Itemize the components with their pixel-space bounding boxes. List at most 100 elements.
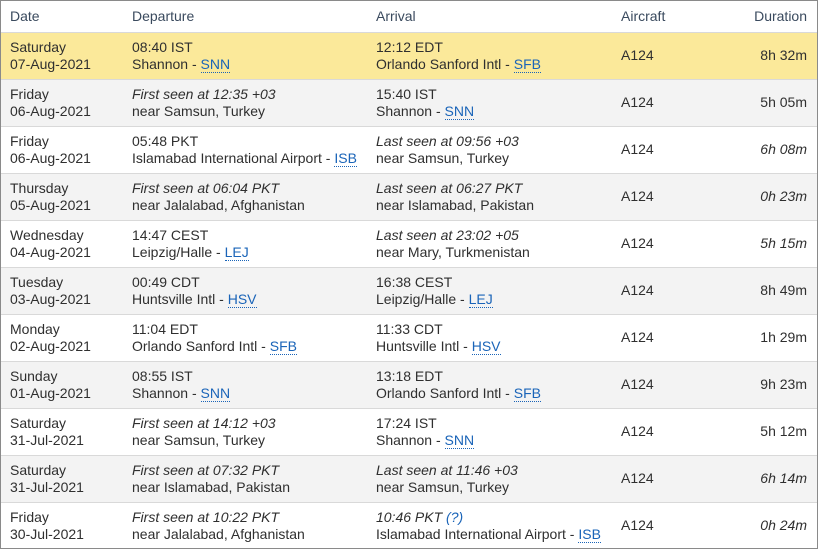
- column-header-departure[interactable]: Departure: [132, 8, 194, 24]
- arrival-time: 11:33 CDT: [376, 321, 443, 337]
- day-of-week: Thursday: [10, 180, 69, 196]
- departure-location: Orlando Sanford Intl - SFB: [132, 338, 297, 355]
- flight-history-table: Date Departure Arrival Aircraft Duration…: [0, 0, 818, 549]
- departure-time: 08:40 IST: [132, 39, 193, 55]
- arrival-airport-code-link[interactable]: SFB: [513, 385, 541, 402]
- departure-airport-code-link[interactable]: HSV: [227, 291, 257, 308]
- date-cell: Friday 06-Aug-2021: [10, 86, 91, 120]
- arrival-time-line: 13:18 EDT: [376, 368, 541, 385]
- day-of-week: Tuesday: [10, 274, 64, 290]
- arrival-time: Last seen at 23:02 +05: [376, 227, 519, 243]
- departure-place: Leipzig/Halle -: [132, 244, 225, 260]
- arrival-airport-code-link[interactable]: SFB: [513, 56, 541, 73]
- flight-date: 30-Jul-2021: [10, 526, 84, 542]
- departure-place: near Samsun, Turkey: [132, 432, 266, 448]
- flight-duration: 8h 49m: [760, 282, 807, 298]
- departure-location: near Jalalabad, Afghanistan: [132, 197, 305, 214]
- arrival-place: near Mary, Turkmenistan: [376, 244, 530, 260]
- departure-airport-code-link[interactable]: SNN: [200, 56, 231, 73]
- departure-airport-code-link[interactable]: ISB: [334, 150, 357, 167]
- aircraft-type: A124: [621, 423, 654, 439]
- departure-cell: 00:49 CDT Huntsville Intl - HSV: [132, 274, 257, 308]
- day-of-week: Monday: [10, 321, 60, 337]
- table-row[interactable]: Friday 30-Jul-2021 First seen at 10:22 PKT…: [1, 502, 817, 548]
- arrival-airport-code-link[interactable]: LEJ: [468, 291, 493, 308]
- flight-duration: 6h 14m: [760, 470, 807, 486]
- arrival-location: Shannon - SNN: [376, 103, 475, 120]
- arrival-cell: Last seen at 06:27 PKT near Islamabad, Pa…: [376, 180, 534, 214]
- table-row[interactable]: Wednesday 04-Aug-2021 14:47 CEST Leipzig/Ha…: [1, 220, 817, 267]
- arrival-airport-code-link[interactable]: HSV: [471, 338, 501, 355]
- table-row[interactable]: Friday 06-Aug-2021 05:48 PKT Islamabad Inte…: [1, 126, 817, 173]
- aircraft-type: A124: [621, 188, 654, 204]
- departure-location: Leipzig/Halle - LEJ: [132, 244, 249, 261]
- departure-location: near Samsun, Turkey: [132, 103, 276, 120]
- departure-cell: 08:40 IST Shannon - SNN: [132, 39, 231, 73]
- arrival-time-line: 12:12 EDT: [376, 39, 541, 56]
- aircraft-type: A124: [621, 376, 654, 392]
- table-row[interactable]: Friday 06-Aug-2021 First seen at 12:35 +03…: [1, 79, 817, 126]
- departure-place: Huntsville Intl -: [132, 291, 228, 307]
- column-header-aircraft[interactable]: Aircraft: [621, 8, 665, 24]
- aircraft-type: A124: [621, 329, 654, 345]
- aircraft-type: A124: [621, 235, 654, 251]
- arrival-airport-code-link[interactable]: SNN: [444, 432, 475, 449]
- table-row[interactable]: Monday 02-Aug-2021 11:04 EDT Orlando Sanfor…: [1, 314, 817, 361]
- departure-place: near Jalalabad, Afghanistan: [132, 526, 305, 542]
- departure-airport-code-link[interactable]: LEJ: [224, 244, 249, 261]
- departure-location: Huntsville Intl - HSV: [132, 291, 257, 308]
- date-cell: Wednesday 04-Aug-2021: [10, 227, 91, 261]
- table-row[interactable]: Saturday 07-Aug-2021 08:40 IST Shannon - SN…: [1, 32, 817, 79]
- date-cell: Sunday 01-Aug-2021: [10, 368, 91, 402]
- arrival-time: 16:38 CEST: [376, 274, 453, 290]
- arrival-place: Huntsville Intl -: [376, 338, 472, 354]
- arrival-cell: 11:33 CDT Huntsville Intl - HSV: [376, 321, 501, 355]
- table-row[interactable]: Sunday 01-Aug-2021 08:55 IST Shannon - SNN 1…: [1, 361, 817, 408]
- arrival-place: Orlando Sanford Intl -: [376, 56, 514, 72]
- flight-date: 06-Aug-2021: [10, 150, 91, 166]
- departure-time: First seen at 06:04 PKT: [132, 180, 280, 196]
- arrival-cell: 12:12 EDT Orlando Sanford Intl - SFB: [376, 39, 541, 73]
- arrival-location: Islamabad International Airport - ISB: [376, 526, 601, 543]
- arrival-time: Last seen at 09:56 +03: [376, 133, 519, 149]
- departure-place: Orlando Sanford Intl -: [132, 338, 270, 354]
- arrival-airport-code-link[interactable]: ISB: [578, 526, 601, 543]
- arrival-time: 15:40 IST: [376, 86, 437, 102]
- departure-cell: First seen at 12:35 +03 near Samsun, Turk…: [132, 86, 276, 120]
- departure-place: Islamabad International Airport -: [132, 150, 335, 166]
- table-row[interactable]: Thursday 05-Aug-2021 First seen at 06:04 P…: [1, 173, 817, 220]
- aircraft-type: A124: [621, 47, 654, 63]
- arrival-location: Leipzig/Halle - LEJ: [376, 291, 493, 308]
- flight-duration: 5h 15m: [760, 235, 807, 251]
- departure-time: First seen at 14:12 +03: [132, 415, 276, 431]
- arrival-time-line: 10:46 PKT (?): [376, 509, 601, 526]
- flight-date: 06-Aug-2021: [10, 103, 91, 119]
- flight-duration: 9h 23m: [760, 376, 807, 392]
- arrival-cell: Last seen at 23:02 +05 near Mary, Turkmen…: [376, 227, 530, 261]
- flight-date: 02-Aug-2021: [10, 338, 91, 354]
- departure-location: Shannon - SNN: [132, 385, 231, 402]
- table-row[interactable]: Saturday 31-Jul-2021 First seen at 14:12 +…: [1, 408, 817, 455]
- departure-place: Shannon -: [132, 56, 201, 72]
- arrival-cell: 13:18 EDT Orlando Sanford Intl - SFB: [376, 368, 541, 402]
- arrival-time-line: 17:24 IST: [376, 415, 474, 432]
- departure-cell: 14:47 CEST Leipzig/Halle - LEJ: [132, 227, 249, 261]
- column-header-arrival[interactable]: Arrival: [376, 8, 416, 24]
- table-row[interactable]: Saturday 31-Jul-2021 First seen at 07:32 P…: [1, 455, 817, 502]
- table-row[interactable]: Tuesday 03-Aug-2021 00:49 CDT Huntsville In…: [1, 267, 817, 314]
- date-cell: Tuesday 03-Aug-2021: [10, 274, 91, 308]
- departure-airport-code-link[interactable]: SFB: [269, 338, 297, 355]
- arrival-airport-code-link[interactable]: SNN: [444, 103, 475, 120]
- date-cell: Thursday 05-Aug-2021: [10, 180, 91, 214]
- departure-location: near Islamabad, Pakistan: [132, 479, 290, 496]
- arrival-location: Orlando Sanford Intl - SFB: [376, 56, 541, 73]
- departure-airport-code-link[interactable]: SNN: [200, 385, 231, 402]
- estimated-time-help-link[interactable]: (?): [446, 509, 463, 525]
- column-header-duration[interactable]: Duration: [754, 8, 807, 24]
- departure-time: 08:55 IST: [132, 368, 193, 384]
- column-header-date[interactable]: Date: [10, 8, 40, 24]
- departure-cell: First seen at 10:22 PKT near Jalalabad, A…: [132, 509, 305, 543]
- arrival-place: near Islamabad, Pakistan: [376, 197, 534, 213]
- departure-time: First seen at 07:32 PKT: [132, 462, 280, 478]
- arrival-time-line: Last seen at 11:46 +03: [376, 462, 518, 479]
